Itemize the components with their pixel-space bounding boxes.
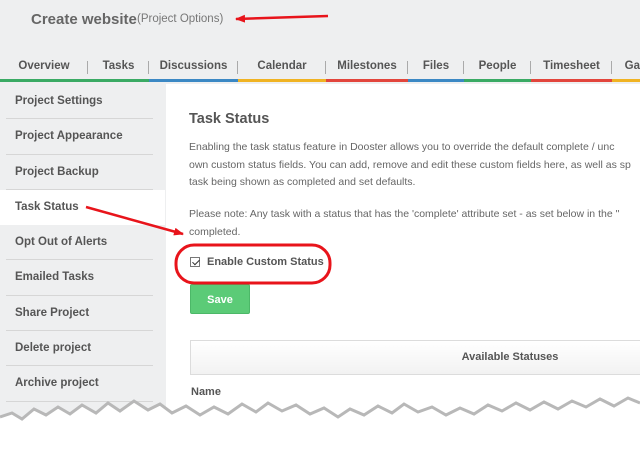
save-button[interactable]: Save xyxy=(190,284,250,314)
tab-color-bar xyxy=(88,79,149,82)
tab-color-bar xyxy=(326,79,408,82)
options-sidebar: Project Settings Project Appearance Proj… xyxy=(0,84,165,402)
tab-color-bar xyxy=(531,79,612,82)
tab-files[interactable]: Files xyxy=(408,54,464,82)
tab-ga[interactable]: Ga xyxy=(612,54,640,82)
section-note: Please note: Any task with a status that… xyxy=(189,206,619,241)
note-line: completed. xyxy=(189,225,241,238)
available-statuses-header: Available Statuses xyxy=(190,340,640,375)
tab-discussions[interactable]: Discussions xyxy=(149,54,238,82)
tab-label: People xyxy=(478,60,517,72)
tab-label: Tasks xyxy=(102,60,135,72)
checkbox-label[interactable]: Enable Custom Status xyxy=(207,256,324,268)
tab-label: Ga xyxy=(624,60,640,72)
tab-color-bar xyxy=(408,79,464,82)
tab-color-bar xyxy=(612,79,640,82)
sidebar-item-share-project[interactable]: Share Project xyxy=(0,296,165,332)
description-line: Enabling the task status feature in Doos… xyxy=(189,141,615,153)
sidebar-item-label: Emailed Tasks xyxy=(15,271,95,284)
tab-label: Overview xyxy=(18,60,70,72)
sidebar-item-task-status[interactable]: Task Status xyxy=(0,189,165,226)
sidebar-item-label: Share Project xyxy=(15,306,90,319)
tab-calendar[interactable]: Calendar xyxy=(238,54,326,82)
sidebar-item-label: Archive project xyxy=(15,377,99,390)
sidebar-item-project-settings[interactable]: Project Settings xyxy=(0,84,165,120)
sidebar-item-project-appearance[interactable]: Project Appearance xyxy=(0,119,165,155)
tab-label: Timesheet xyxy=(543,60,600,72)
project-subtitle: (Project Options) xyxy=(137,13,224,25)
sidebar-item-opt-out-of-alerts[interactable]: Opt Out of Alerts xyxy=(0,225,165,261)
sidebar-item-label: Task Status xyxy=(15,200,79,213)
tab-milestones[interactable]: Milestones xyxy=(326,54,408,82)
tab-timesheet[interactable]: Timesheet xyxy=(531,54,612,82)
project-header: Create website (Project Options) xyxy=(0,0,640,50)
tab-label: Files xyxy=(422,60,450,72)
project-tabs: Overview Tasks Discussions Calendar Mile… xyxy=(0,54,640,84)
project-title: Create website xyxy=(31,11,137,28)
tab-overview[interactable]: Overview xyxy=(0,54,88,82)
tab-color-bar xyxy=(238,79,326,82)
sidebar-item-emailed-tasks[interactable]: Emailed Tasks xyxy=(0,260,165,296)
description-line: own custom status fields. You can add, r… xyxy=(189,158,631,171)
tab-label: Discussions xyxy=(159,60,228,72)
sidebar-item-label: Project Settings xyxy=(15,95,103,107)
sidebar-item-label: Opt Out of Alerts xyxy=(15,236,108,249)
torn-edge-effect xyxy=(0,396,640,451)
tab-label: Calendar xyxy=(257,60,307,72)
note-line: Please note: Any task with a status that… xyxy=(189,208,620,220)
sidebar-item-label: Project Appearance xyxy=(15,130,123,143)
section-description: Enabling the task status feature in Doos… xyxy=(189,139,640,192)
tab-people[interactable]: People xyxy=(464,54,531,82)
sidebar-item-project-backup[interactable]: Project Backup xyxy=(0,155,165,190)
sidebar-item-delete-project[interactable]: Delete project xyxy=(0,331,165,367)
tab-tasks[interactable]: Tasks xyxy=(88,54,149,82)
tab-color-bar xyxy=(464,79,531,82)
sidebar-item-label: Project Backup xyxy=(15,165,99,178)
description-line: task being shown as completed and set de… xyxy=(189,176,416,188)
section-title: Task Status xyxy=(189,111,270,127)
sidebar-item-label: Delete project xyxy=(15,342,92,355)
tab-color-bar xyxy=(0,79,88,82)
tab-label: Milestones xyxy=(337,60,397,72)
enable-custom-status-row[interactable]: Enable Custom Status xyxy=(190,256,324,268)
tab-color-bar xyxy=(149,79,238,82)
enable-custom-status-checkbox[interactable] xyxy=(190,257,200,267)
